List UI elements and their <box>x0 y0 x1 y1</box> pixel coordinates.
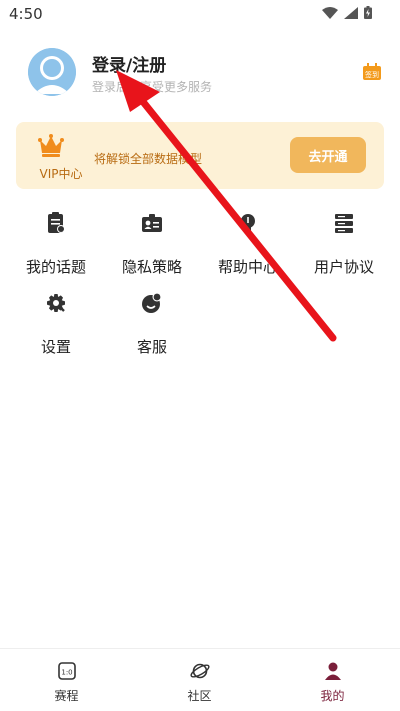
vip-center-label: VIP中心 <box>39 167 83 181</box>
menu-label: 客服 <box>136 338 167 356</box>
svg-text:1:0: 1:0 <box>61 669 72 677</box>
menu-label: 设置 <box>40 338 71 356</box>
status-bar: 4:50 <box>0 0 400 28</box>
menu-item-settings[interactable]: 设置 <box>8 208 104 356</box>
vip-description: 将解锁全部数据模型 <box>94 152 203 166</box>
tab-community[interactable]: 社区 <box>133 649 266 711</box>
tab-schedule[interactable]: 1:0 赛程 <box>0 649 133 711</box>
lightbulb-icon <box>241 214 255 234</box>
login-profile-header[interactable]: 登录/注册 登录后可享受更多服务 <box>28 48 388 98</box>
menu-item-help-center[interactable]: 帮助中心 <box>200 208 296 280</box>
customer-service-icon <box>142 292 162 313</box>
signal-icon <box>344 6 358 19</box>
crown-icon <box>38 134 64 162</box>
scoreboard-icon: 1:0 <box>58 662 76 680</box>
menu-label: 用户协议 <box>313 258 374 276</box>
tab-label: 赛程 <box>54 689 79 703</box>
battery-icon <box>364 6 372 19</box>
login-register-title[interactable]: 登录/注册 <box>92 51 166 76</box>
person-icon <box>325 662 341 680</box>
tab-mine[interactable]: 我的 <box>266 649 399 711</box>
wifi-icon <box>322 6 338 19</box>
menu-label: 帮助中心 <box>217 258 278 276</box>
server-list-icon <box>335 214 353 233</box>
gear-icon <box>47 294 65 312</box>
bottom-tab-bar: 1:0 赛程 社区 我的 <box>0 648 400 711</box>
menu-item-customer-service[interactable]: 客服 <box>104 208 200 356</box>
tab-label: 我的 <box>320 689 345 703</box>
checkin-label: 签到 <box>365 70 379 79</box>
open-vip-button[interactable]: 去开通 <box>290 137 366 173</box>
login-subtitle: 登录后可享受更多服务 <box>92 80 213 94</box>
menu-item-user-agreement[interactable]: 用户协议 <box>296 208 392 280</box>
calendar-checkin-icon[interactable]: 签到 <box>362 63 382 85</box>
vip-center-card[interactable]: VIP中心 将解锁全部数据模型 去开通 <box>16 122 384 189</box>
user-avatar-icon[interactable] <box>28 48 76 96</box>
status-icons <box>322 6 372 19</box>
tab-label: 社区 <box>187 689 212 703</box>
planet-icon <box>190 663 210 679</box>
status-time: 4:50 <box>9 5 43 23</box>
